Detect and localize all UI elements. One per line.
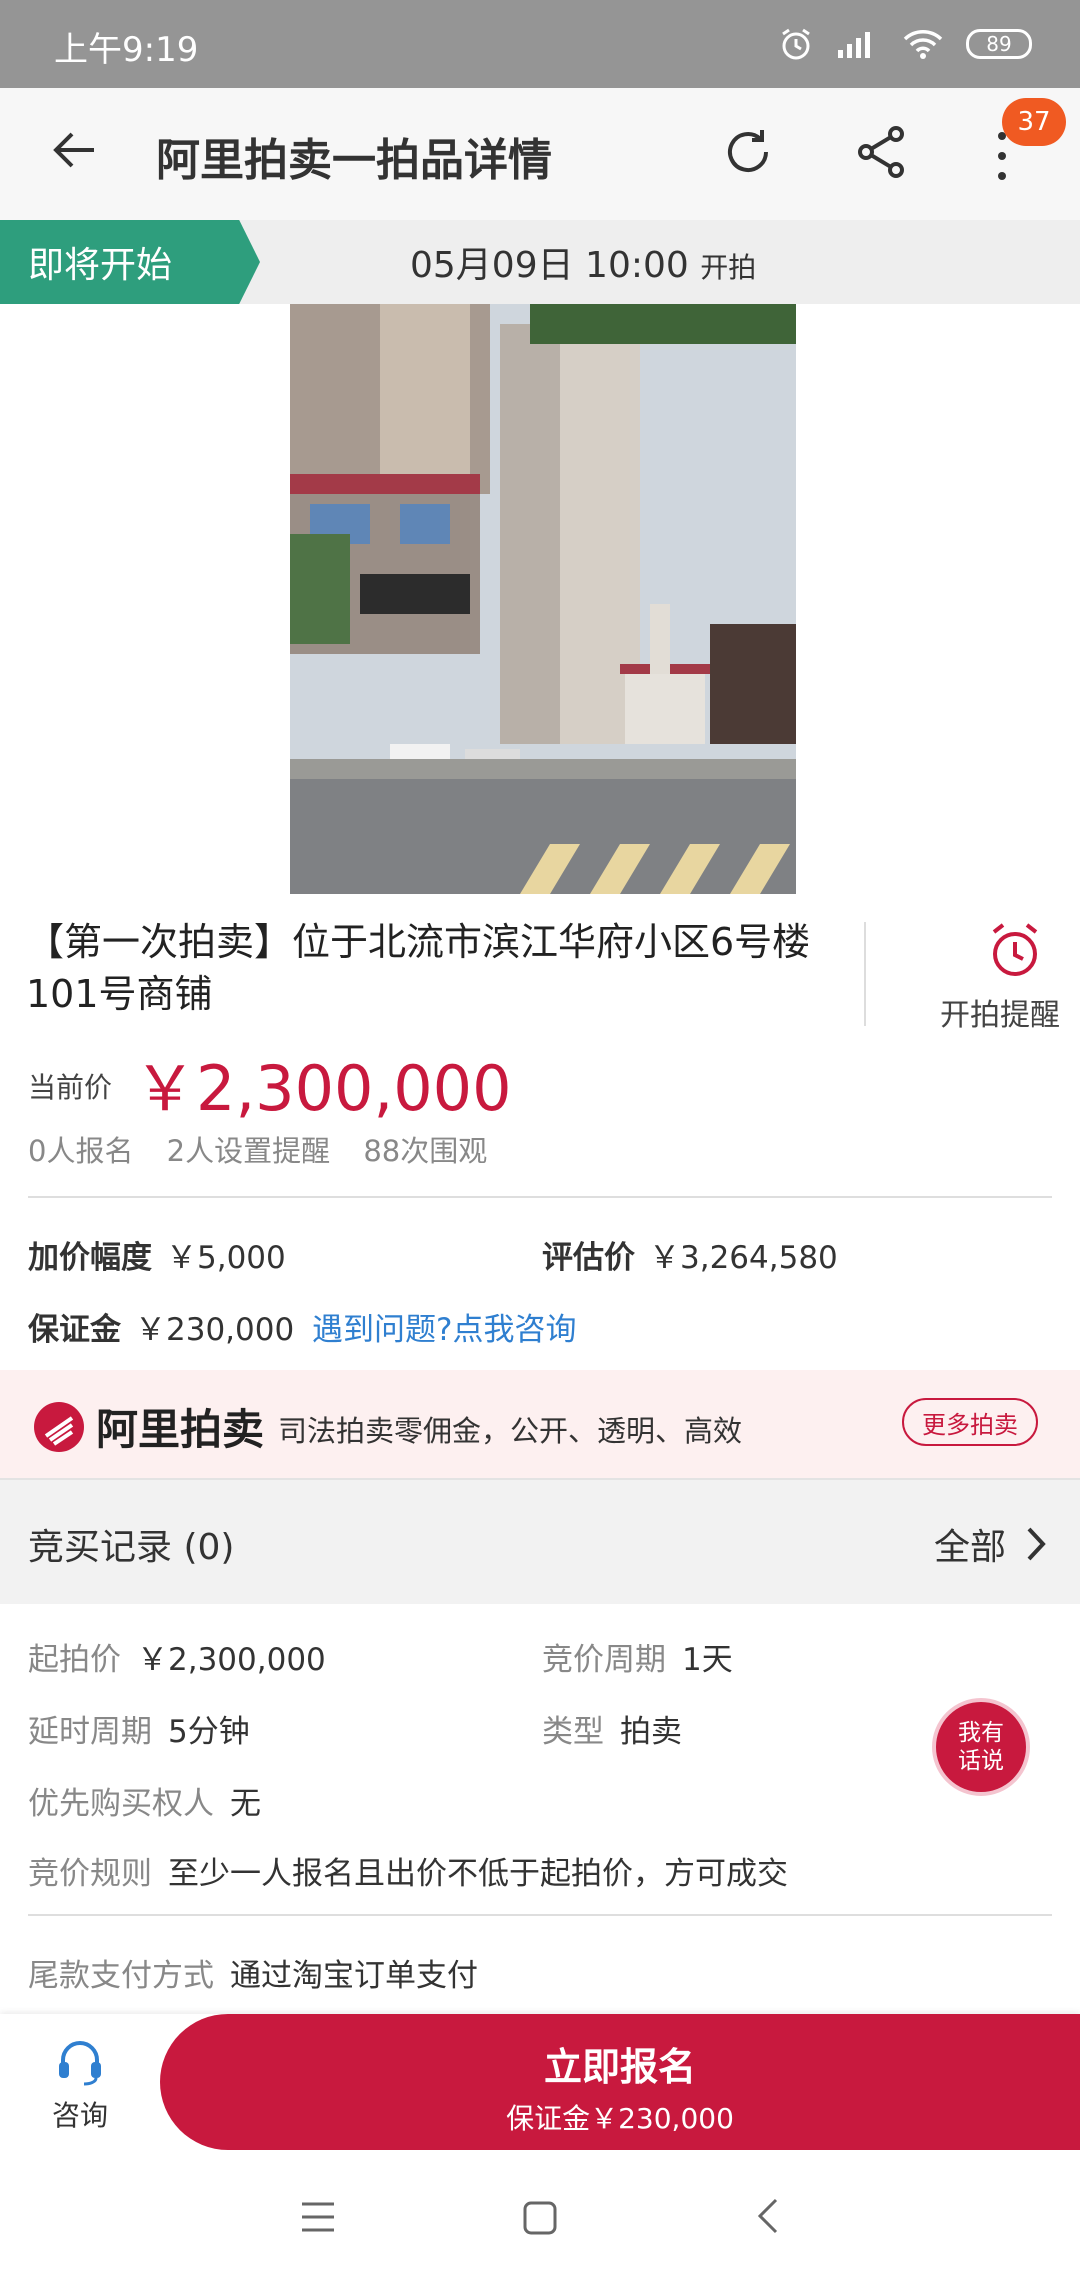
type-value: 拍卖 [620,1714,682,1750]
auction-status-label: 即将开始 [28,245,173,286]
pay-value: 通过淘宝订单支付 [230,1958,478,1994]
app-header: 阿里拍卖一拍品详情 [0,88,1080,220]
consult-button[interactable]: 咨询 [30,2034,130,2134]
refresh-icon[interactable] [718,122,778,182]
consult-link[interactable]: 遇到问题?点我咨询 [312,1304,576,1349]
property-photo[interactable] [290,304,796,894]
alarm-icon [782,28,810,60]
ali-slogan: 司法拍卖零佣金，公开、透明、高效 [278,1414,743,1448]
evaluation-label: 评估价 [542,1240,635,1276]
rule-label: 竞价规则 [28,1856,152,1892]
delay-period: 延时周期 5分钟 [28,1706,250,1751]
bid-rule: 竞价规则 至少一人报名且出价不低于起拍价，方可成交 [28,1848,788,1893]
status-bar: 上午9:19 89 [0,0,1080,88]
priority-label: 优先购买权人 [28,1786,214,1822]
home-icon[interactable] [522,2200,558,2236]
page-title: 阿里拍卖一拍品详情 [156,135,552,186]
view-count: 88次围观 [363,1134,488,1168]
payment-method: 尾款支付方式 通过淘宝订单支付 [28,1950,478,1995]
bid-records-label: 竞买记录 [28,1527,173,1568]
deposit-label: 保证金 [28,1312,121,1348]
signal-icon [838,32,870,58]
bid-records-all[interactable]: 全部 [934,1518,1046,1570]
status-icons: 89 [778,24,1032,64]
current-price: ￥2,300,000 [134,1052,512,1125]
consult-label: 咨询 [51,2099,108,2132]
ali-auction-logo: 阿里拍卖 [32,1396,264,1457]
building-illustration [290,304,796,894]
period-value: 1天 [682,1642,733,1678]
nav-back-icon[interactable] [756,2196,780,2236]
evaluation-price: 评估价 ￥3,264,580 [542,1232,838,1277]
start-price-label: 起拍价 [28,1642,121,1678]
start-reminder-button[interactable]: 开拍提醒 [940,920,1080,1034]
chevron-right-icon [1027,1527,1046,1561]
deposit-value: ￥230,000 [135,1312,295,1348]
bottom-action-bar: 咨询 立即报名 保证金￥230,000 [0,2014,1080,2150]
title-divider [864,922,866,1026]
headset-icon [59,2041,101,2086]
menu-icon[interactable] [300,2200,336,2234]
price-label: 当前价 [28,1071,113,1104]
auction-start-time: 05月09日 10:00 开拍 [410,236,756,288]
type-label: 类型 [542,1714,604,1750]
bid-records-bar[interactable]: 竞买记录 (0) 全部 [0,1478,1080,1604]
ali-auction-logo-icon [34,1401,84,1452]
start-price: 起拍价 ￥2,300,000 [28,1634,326,1679]
deposit: 保证金 ￥230,000 [28,1304,294,1349]
ali-auction-brand: 阿里拍卖 [96,1405,265,1454]
notification-badge: 37 [1002,98,1066,146]
reminder-count: 2人设置提醒 [166,1134,331,1168]
battery-icon: 89 [966,29,1032,59]
auction-type: 类型 拍卖 [542,1706,682,1751]
item-title: 【第一次拍卖】位于北流市滨江华府小区6号楼101号商铺 [26,920,811,1016]
back-arrow-icon[interactable] [48,124,100,176]
pay-label: 尾款支付方式 [28,1958,214,1994]
feedback-float-button[interactable]: 我有 话说 [932,1698,1030,1796]
share-icon[interactable] [852,122,912,182]
divider [28,1196,1052,1198]
alarm-clock-icon [992,923,1038,976]
priority-value: 无 [230,1786,261,1822]
start-datetime: 05月09日 10:00 [410,245,689,286]
priority-buyer: 优先购买权人无 [28,1778,261,1823]
ali-auction-banner[interactable]: 阿里拍卖 司法拍卖零佣金，公开、透明、高效 更多拍卖 [0,1370,1080,1478]
bid-records-count: (0) [183,1527,235,1568]
increment-value: ￥5,000 [166,1240,286,1276]
feedback-text: 我有 话说 [958,1719,1004,1775]
signup-count: 0人报名 [28,1134,134,1168]
increment-label: 加价幅度 [28,1240,152,1276]
signup-now-button[interactable]: 立即报名 保证金￥230,000 [160,2014,1080,2150]
evaluation-value: ￥3,264,580 [649,1240,838,1276]
delay-value: 5分钟 [168,1714,250,1750]
feedback-line2: 话说 [958,1748,1004,1774]
reminder-label: 开拍提醒 [940,998,1060,1033]
start-suffix: 开拍 [700,251,757,284]
price-increment: 加价幅度 ￥5,000 [28,1232,286,1277]
status-time: 上午9:19 [54,30,199,70]
bid-period: 竞价周期 1天 [542,1634,733,1679]
feedback-line1: 我有 [958,1720,1004,1746]
system-nav-bar [0,2150,1080,2280]
start-price-value: ￥2,300,000 [137,1642,326,1678]
all-label: 全部 [933,1527,1006,1568]
delay-label: 延时周期 [28,1714,152,1750]
auction-status-tag: 即将开始 [0,220,260,304]
auction-stats: 0人报名 2人设置提醒 88次围观 [28,1128,511,1170]
rule-value: 至少一人报名且出价不低于起拍价，方可成交 [168,1856,788,1892]
period-label: 竞价周期 [542,1642,666,1678]
signup-deposit: 保证金￥230,000 [506,2102,734,2135]
divider [28,1914,1052,1916]
signup-label: 立即报名 [543,2045,696,2089]
bid-records-title: 竞买记录 (0) [28,1518,234,1570]
wifi-icon [903,30,943,59]
more-auctions-button[interactable]: 更多拍卖 [902,1398,1038,1446]
